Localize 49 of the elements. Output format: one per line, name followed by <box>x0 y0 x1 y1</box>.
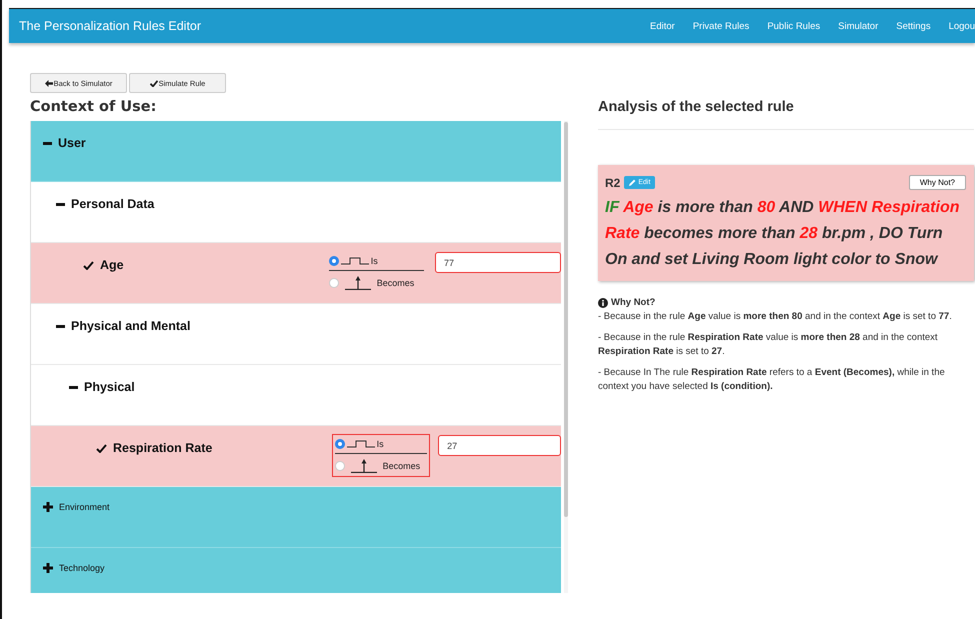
tree-label: Technology <box>59 563 105 573</box>
tree-row[interactable]: Environment <box>31 487 561 548</box>
pulse-icon <box>346 440 375 448</box>
value-field[interactable]: 27 <box>438 435 561 456</box>
tree-label: User <box>58 136 86 150</box>
tree-label: Physical and Mental <box>71 319 190 333</box>
tree-row[interactable]: User <box>31 121 561 182</box>
radio-label: Is <box>370 256 378 266</box>
arrow-left-icon <box>44 80 53 86</box>
plus-icon[interactable] <box>43 502 53 512</box>
minus-icon[interactable] <box>43 142 52 144</box>
tree-label: Personal Data <box>71 197 154 211</box>
tree-label: Environment <box>59 502 110 512</box>
pulse-icon <box>340 257 369 265</box>
minus-icon[interactable] <box>69 386 78 388</box>
tree-label: Respiration Rate <box>113 441 212 455</box>
radio-button[interactable] <box>334 461 345 471</box>
value-field[interactable]: 77 <box>434 252 561 273</box>
minus-icon[interactable] <box>56 324 65 328</box>
tree-row[interactable]: Respiration Rate Is Becomes 27 <box>31 426 561 487</box>
step-arrow-icon <box>344 276 371 290</box>
info-icon <box>598 298 608 308</box>
tree-row[interactable]: Age Is Becomes 77 <box>31 243 561 304</box>
check-icon[interactable] <box>83 260 94 270</box>
radio-button[interactable] <box>328 256 339 266</box>
reason-text: - Because In The rule Respiration Rate refers to a Event (Becomes), while in the context you have selected Is (condition). <box>598 366 946 394</box>
rule-id: R2 <box>605 176 620 190</box>
section-title: Analysis of the selected rule <box>598 99 974 130</box>
why-not-title: Why Not? <box>611 297 656 308</box>
reason-text: - Because in the rule Respiration Rate value is more then 28 and in the context Respiration Rate is set to 27. <box>598 331 939 359</box>
plus-icon[interactable] <box>43 563 53 573</box>
tree-label: Physical <box>84 380 135 394</box>
radio-button[interactable] <box>328 278 339 288</box>
scrollbar[interactable] <box>564 121 568 593</box>
why-not-button[interactable]: Why Not? <box>908 175 966 190</box>
minus-icon[interactable] <box>56 202 65 206</box>
step-arrow-icon <box>350 459 377 473</box>
reason-text: - Because in the rule Age value is more then 80 and in the context Age is set to 77. <box>598 310 953 324</box>
radio-label: Is <box>376 439 384 449</box>
radio-button[interactable] <box>334 439 345 449</box>
check-icon <box>150 80 158 86</box>
tree-row[interactable]: Technology <box>31 548 561 593</box>
radio-label: Becomes <box>376 278 414 288</box>
pencil-icon <box>629 179 636 186</box>
tree-label: Age <box>100 258 124 272</box>
rule-text: IF Age is more than 80 AND WHEN Respiration Rate becomes more than 28 br.pm , DO Turn On and set Living Room light color to Snow <box>605 198 960 270</box>
check-icon[interactable] <box>96 444 107 452</box>
section-title: Context of Use: <box>30 99 158 115</box>
radio-label: Becomes <box>382 461 420 471</box>
